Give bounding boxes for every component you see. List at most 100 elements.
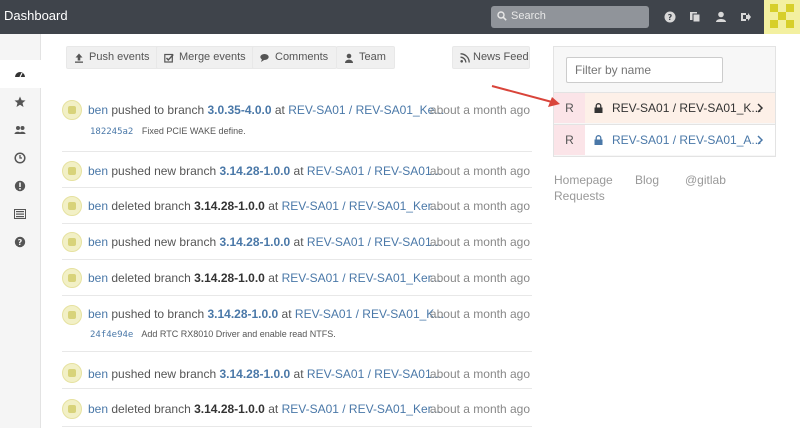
tab-label: Comments (275, 51, 329, 63)
project-item[interactable]: R REV-SA01 / REV-SA01_K... (554, 92, 775, 123)
at-text: at (274, 103, 285, 117)
copy-icon[interactable] (688, 10, 702, 24)
annotation-arrow (491, 85, 560, 107)
sidebar-item-groups[interactable] (0, 116, 41, 144)
user-avatar[interactable] (62, 232, 82, 252)
project-link[interactable]: REV-SA01 / REV-SA01... (307, 367, 442, 381)
filter-input[interactable] (566, 57, 723, 83)
tab-comments[interactable]: Comments (252, 46, 338, 69)
project-link[interactable]: REV-SA01 / REV-SA01_Ker... (282, 402, 441, 416)
commit-message: Fixed PCIE WAKE define. (141, 126, 246, 136)
at-text: at (293, 235, 304, 249)
action-text: pushed to branch (111, 103, 205, 117)
event-time: about a month ago (429, 307, 530, 321)
user-avatar[interactable] (764, 0, 800, 34)
user-link[interactable]: ben (88, 235, 108, 249)
action-text: pushed new branch (111, 367, 217, 381)
branch-link[interactable]: 3.14.28-1.0.0 (219, 367, 290, 381)
feed-item: ben pushed new branch 3.14.28-1.0.0 at R… (62, 152, 532, 188)
comments-icon (260, 54, 269, 62)
gitlab-link[interactable]: @gitlab (685, 173, 726, 187)
feed-item: ben deleted branch 3.14.28-1.0.0 at REV-… (62, 188, 532, 224)
sidebar-item-activity[interactable] (0, 144, 41, 172)
user-avatar[interactable] (62, 363, 82, 383)
feed-item: ben deleted branch 3.14.28-1.0.0 at REV-… (62, 389, 532, 427)
checkbox-icon (164, 53, 174, 63)
sidebar-item-starred[interactable] (0, 88, 41, 116)
search-input[interactable]: Search (491, 6, 649, 28)
tab-push-events[interactable]: Push events (66, 46, 159, 69)
feed-item: ben pushed new branch 3.14.28-1.0.0 at R… (62, 352, 532, 389)
project-name: REV-SA01 / REV-SA01_A... (612, 133, 762, 147)
user-link[interactable]: ben (88, 199, 108, 213)
project-item[interactable]: R REV-SA01 / REV-SA01_A... (554, 124, 775, 155)
sidebar-item-issues[interactable] (0, 172, 41, 200)
user-avatar[interactable] (62, 196, 82, 216)
user-icon[interactable] (714, 10, 728, 24)
user-link[interactable]: ben (88, 164, 108, 178)
sign-out-icon[interactable] (739, 10, 753, 24)
project-link[interactable]: REV-SA01 / REV-SA01... (307, 164, 442, 178)
blog-link[interactable]: Blog (635, 173, 659, 187)
at-text: at (268, 271, 279, 285)
user-avatar[interactable] (62, 161, 82, 181)
user-link[interactable]: ben (88, 271, 108, 285)
branch-link[interactable]: 3.14.28-1.0.0 (219, 235, 290, 249)
commit-sha-link[interactable]: 24f4e94e (90, 330, 133, 340)
help-icon[interactable]: ? (663, 10, 677, 24)
project-link[interactable]: REV-SA01 / REV-SA01_Ker... (282, 199, 441, 213)
tab-label: Push events (89, 51, 150, 63)
upload-icon (75, 53, 83, 63)
tab-merge-events[interactable]: Merge events (156, 46, 255, 69)
action-text: pushed new branch (111, 164, 217, 178)
branch-link[interactable]: 3.14.28-1.0.0 (207, 307, 278, 321)
user-link[interactable]: ben (88, 307, 108, 321)
at-text: at (293, 367, 304, 381)
projects-panel: R REV-SA01 / REV-SA01_K... R REV-SA01 / … (553, 46, 776, 157)
user-avatar[interactable] (62, 268, 82, 288)
user-link[interactable]: ben (88, 402, 108, 416)
sidebar-item-merge-requests[interactable] (0, 200, 41, 228)
user-link[interactable]: ben (88, 367, 108, 381)
project-link[interactable]: REV-SA01 / REV-SA01_Ke... (288, 103, 444, 117)
event-time: about a month ago (429, 164, 530, 178)
sidebar-item-dashboard[interactable] (0, 60, 41, 88)
commit-message: Add RTC RX8010 Driver and enable read NT… (141, 329, 336, 339)
user-avatar[interactable] (62, 100, 82, 120)
commit-sha-link[interactable]: 182245a2 (90, 127, 133, 137)
news-feed-button[interactable]: News Feed (452, 46, 530, 69)
action-text: deleted branch (111, 199, 191, 213)
branch-name: 3.14.28-1.0.0 (194, 271, 265, 285)
exclamation-icon (14, 180, 26, 192)
homepage-link[interactable]: Homepage (554, 173, 613, 187)
user-link[interactable]: ben (88, 103, 108, 117)
feed-item: ben pushed to branch 3.14.28-1.0.0 at RE… (62, 296, 532, 352)
user-avatar[interactable] (62, 305, 82, 325)
action-text: deleted branch (111, 271, 191, 285)
list-icon (14, 209, 26, 219)
sidebar-item-help[interactable]: ? (0, 228, 41, 256)
chevron-right-icon (757, 103, 764, 113)
event-time: about a month ago (429, 271, 530, 285)
tab-team[interactable]: Team (336, 46, 395, 69)
event-time: about a month ago (429, 199, 530, 213)
at-text: at (281, 307, 292, 321)
lock-icon (594, 135, 603, 145)
users-icon (14, 126, 26, 134)
action-text: pushed to branch (111, 307, 205, 321)
project-link[interactable]: REV-SA01 / REV-SA01_Ker... (282, 271, 441, 285)
chevron-right-icon (757, 135, 764, 145)
action-text: pushed new branch (111, 235, 217, 249)
requests-link[interactable]: Requests (554, 189, 605, 203)
user-avatar[interactable] (62, 399, 82, 419)
project-link[interactable]: REV-SA01 / REV-SA01_K... (295, 307, 444, 321)
page-title: Dashboard (4, 8, 68, 23)
top-navbar: Dashboard Search ? (0, 0, 800, 34)
event-time: about a month ago (429, 402, 530, 416)
project-name: REV-SA01 / REV-SA01_K... (612, 101, 762, 115)
branch-link[interactable]: 3.0.35-4.0.0 (207, 103, 271, 117)
project-link[interactable]: REV-SA01 / REV-SA01... (307, 235, 442, 249)
branch-link[interactable]: 3.14.28-1.0.0 (219, 164, 290, 178)
svg-text:?: ? (668, 13, 673, 22)
sidebar: ? (0, 34, 41, 428)
